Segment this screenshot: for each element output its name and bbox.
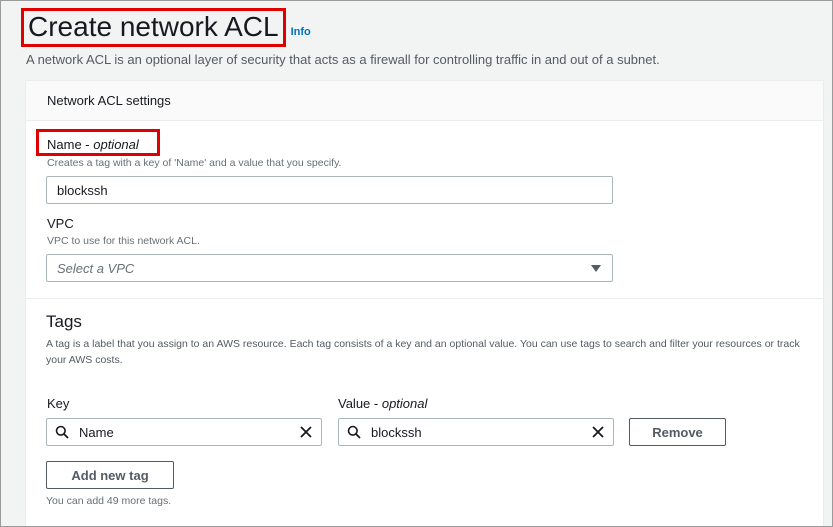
name-input[interactable]: blockssh	[46, 176, 613, 204]
tag-key-value: Name	[79, 424, 114, 440]
tag-value-value: blockssh	[371, 424, 422, 440]
tags-section-divider	[26, 298, 823, 299]
tag-value-label: Value - optional	[338, 396, 427, 411]
vpc-select[interactable]: Select a VPC	[46, 254, 613, 282]
tag-key-input[interactable]: Name	[46, 418, 322, 446]
tag-value-input[interactable]: blockssh	[338, 418, 614, 446]
page-title: Create network ACL	[28, 10, 279, 42]
vpc-field-label: VPC	[47, 216, 74, 231]
title-highlight-box: Create network ACL	[21, 8, 286, 47]
tag-value-label-text: Value -	[338, 396, 382, 411]
name-label-text: Name -	[47, 137, 94, 152]
add-new-tag-button[interactable]: Add new tag	[46, 461, 174, 489]
search-icon	[55, 425, 69, 439]
vpc-field-description: VPC to use for this network ACL.	[47, 235, 200, 247]
close-icon[interactable]	[299, 425, 313, 439]
search-icon	[347, 425, 361, 439]
name-input-value: blockssh	[57, 182, 108, 198]
close-icon[interactable]	[591, 425, 605, 439]
info-link[interactable]: Info	[291, 26, 311, 38]
name-label-optional: optional	[93, 137, 139, 152]
vpc-select-placeholder: Select a VPC	[57, 260, 135, 276]
name-field-description: Creates a tag with a key of 'Name' and a…	[47, 157, 342, 169]
page-header: Create network ACL Info	[21, 8, 311, 47]
settings-panel-header: Network ACL settings	[26, 81, 823, 121]
tags-title: Tags	[46, 312, 82, 331]
remove-tag-button[interactable]: Remove	[629, 418, 726, 446]
tags-remaining-note: You can add 49 more tags.	[46, 495, 172, 507]
tag-key-label: Key	[47, 396, 70, 411]
tag-value-label-optional: optional	[381, 396, 428, 411]
caret-down-icon	[591, 265, 601, 272]
name-field-label: Name - optional	[47, 137, 139, 152]
page-description: A network ACL is an optional layer of se…	[26, 52, 660, 67]
tags-description: A tag is a label that you assign to an A…	[46, 338, 800, 366]
